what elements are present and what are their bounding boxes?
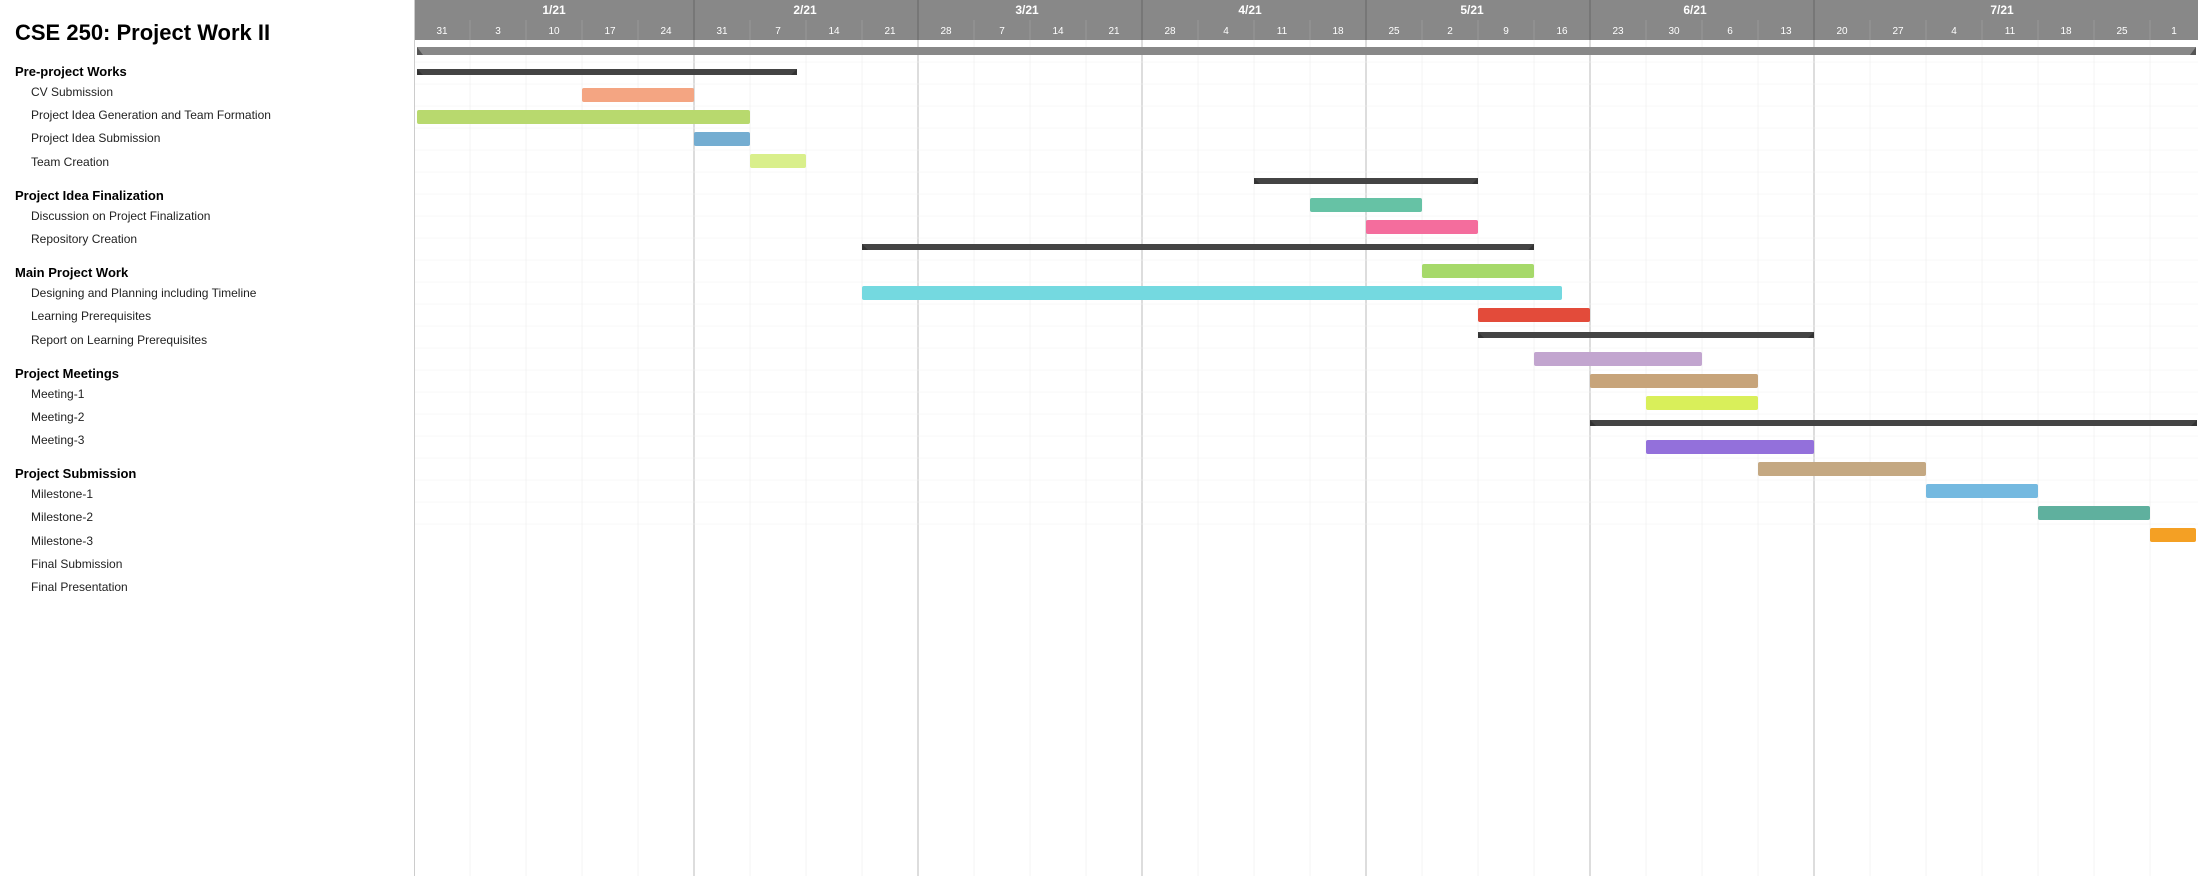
svg-text:10: 10 bbox=[548, 26, 560, 37]
svg-text:9: 9 bbox=[1503, 26, 1509, 37]
svg-text:18: 18 bbox=[1332, 26, 1344, 37]
task-discussion: Discussion on Project Finalization bbox=[15, 205, 399, 228]
task-milestone3: Milestone-3 bbox=[15, 530, 399, 553]
task-learning: Learning Prerequisites bbox=[15, 305, 399, 328]
task-report: Report on Learning Prerequisites bbox=[15, 329, 399, 352]
svg-text:11: 11 bbox=[2005, 26, 2016, 37]
section-title-submission: Project Submission bbox=[15, 466, 399, 481]
svg-text:7/21: 7/21 bbox=[1990, 3, 2014, 17]
svg-text:3: 3 bbox=[495, 26, 501, 37]
svg-text:23: 23 bbox=[1612, 26, 1624, 37]
svg-text:3/21: 3/21 bbox=[1015, 3, 1039, 17]
svg-text:17: 17 bbox=[604, 26, 616, 37]
section-main: Main Project Work Designing and Planning… bbox=[15, 265, 399, 352]
chart-title: CSE 250: Project Work II bbox=[15, 20, 399, 46]
task-milestone1: Milestone-1 bbox=[15, 483, 399, 506]
svg-text:14: 14 bbox=[828, 26, 840, 37]
task-final-pres: Final Presentation bbox=[15, 576, 399, 599]
task-team-creation: Team Creation bbox=[15, 151, 399, 174]
section-submission: Project Submission Milestone-1 Milestone… bbox=[15, 466, 399, 599]
svg-text:2/21: 2/21 bbox=[793, 3, 817, 17]
svg-text:27: 27 bbox=[1892, 26, 1904, 37]
task-meeting1: Meeting-1 bbox=[15, 383, 399, 406]
svg-text:2: 2 bbox=[1447, 26, 1453, 37]
task-meeting2: Meeting-2 bbox=[15, 406, 399, 429]
svg-text:1/21: 1/21 bbox=[542, 3, 566, 17]
svg-text:1: 1 bbox=[2171, 26, 2177, 37]
task-meeting3: Meeting-3 bbox=[15, 429, 399, 452]
gantt-svg: // This won't execute in SVG; we'll hard… bbox=[415, 0, 2198, 876]
svg-text:21: 21 bbox=[884, 26, 896, 37]
svg-text:14: 14 bbox=[1052, 26, 1064, 37]
section-title-meetings: Project Meetings bbox=[15, 366, 399, 381]
svg-text:7: 7 bbox=[775, 26, 781, 37]
svg-text:20: 20 bbox=[1836, 26, 1848, 37]
section-title-main: Main Project Work bbox=[15, 265, 399, 280]
task-final-sub: Final Submission bbox=[15, 553, 399, 576]
svg-text:25: 25 bbox=[2116, 26, 2128, 37]
section-title-preproject: Pre-project Works bbox=[15, 64, 399, 79]
svg-text:28: 28 bbox=[940, 26, 952, 37]
svg-text:6: 6 bbox=[1727, 26, 1733, 37]
task-cv-submission: CV Submission bbox=[15, 81, 399, 104]
svg-text:5/21: 5/21 bbox=[1460, 3, 1484, 17]
svg-text:11: 11 bbox=[1277, 26, 1288, 37]
section-title-finalization: Project Idea Finalization bbox=[15, 188, 399, 203]
svg-text:25: 25 bbox=[1388, 26, 1400, 37]
svg-text:4: 4 bbox=[1223, 26, 1229, 37]
svg-text:18: 18 bbox=[2060, 26, 2072, 37]
left-panel: CSE 250: Project Work II Pre-project Wor… bbox=[0, 0, 415, 876]
task-idea-sub: Project Idea Submission bbox=[15, 127, 399, 150]
task-idea-gen: Project Idea Generation and Team Formati… bbox=[15, 104, 399, 127]
svg-text:7: 7 bbox=[999, 26, 1005, 37]
svg-text:4/21: 4/21 bbox=[1238, 3, 1262, 17]
svg-text:28: 28 bbox=[1164, 26, 1176, 37]
task-repo: Repository Creation bbox=[15, 228, 399, 251]
section-finalization: Project Idea Finalization Discussion on … bbox=[15, 188, 399, 251]
task-milestone2: Milestone-2 bbox=[15, 506, 399, 529]
svg-text:16: 16 bbox=[1556, 26, 1568, 37]
gantt-chart: // This won't execute in SVG; we'll hard… bbox=[415, 0, 2198, 876]
section-preproject: Pre-project Works CV Submission Project … bbox=[15, 64, 399, 174]
svg-text:4: 4 bbox=[1951, 26, 1957, 37]
svg-text:31: 31 bbox=[716, 26, 728, 37]
svg-text:21: 21 bbox=[1108, 26, 1120, 37]
svg-text:6/21: 6/21 bbox=[1683, 3, 1707, 17]
section-meetings: Project Meetings Meeting-1 Meeting-2 Mee… bbox=[15, 366, 399, 453]
svg-text:24: 24 bbox=[660, 26, 672, 37]
svg-text:13: 13 bbox=[1780, 26, 1792, 37]
svg-text:31: 31 bbox=[436, 26, 448, 37]
svg-text:30: 30 bbox=[1668, 26, 1680, 37]
task-designing: Designing and Planning including Timelin… bbox=[15, 282, 399, 305]
